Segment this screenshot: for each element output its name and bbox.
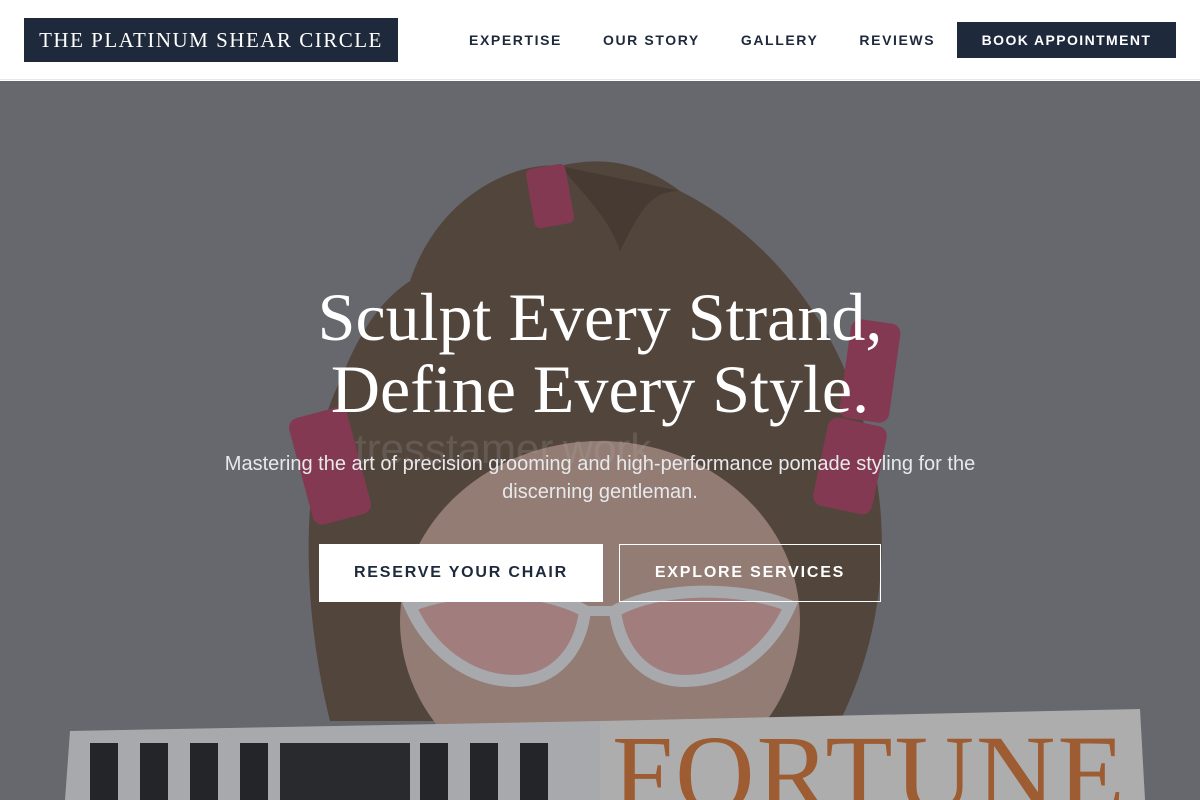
explore-services-button[interactable]: EXPLORE SERVICES <box>619 544 881 602</box>
hero-title: Sculpt Every Strand, Define Every Style. <box>150 281 1050 425</box>
main-nav: EXPERTISE OUR STORY GALLERY REVIEWS <box>469 0 935 80</box>
brand-logo[interactable]: THE PLATINUM SHEAR CIRCLE <box>24 18 398 62</box>
nav-link-our-story[interactable]: OUR STORY <box>603 32 700 48</box>
nav-link-expertise[interactable]: EXPERTISE <box>469 32 562 48</box>
book-appointment-button[interactable]: BOOK APPOINTMENT <box>957 22 1176 58</box>
reserve-chair-button[interactable]: RESERVE YOUR CHAIR <box>319 544 603 602</box>
hero-subtitle: Mastering the art of precision grooming … <box>224 453 976 503</box>
site-header: THE PLATINUM SHEAR CIRCLE EXPERTISE OUR … <box>0 0 1200 80</box>
nav-link-reviews[interactable]: REVIEWS <box>859 32 935 48</box>
nav-link-gallery[interactable]: GALLERY <box>741 32 819 48</box>
hero-section: FORTUNE tresstamer.work Sculpt Every Str… <box>0 81 1200 800</box>
hero-overlay <box>0 81 1200 800</box>
hero-title-line-2: Define Every Style. <box>330 351 870 427</box>
hero-title-line-1: Sculpt Every Strand, <box>317 279 883 355</box>
